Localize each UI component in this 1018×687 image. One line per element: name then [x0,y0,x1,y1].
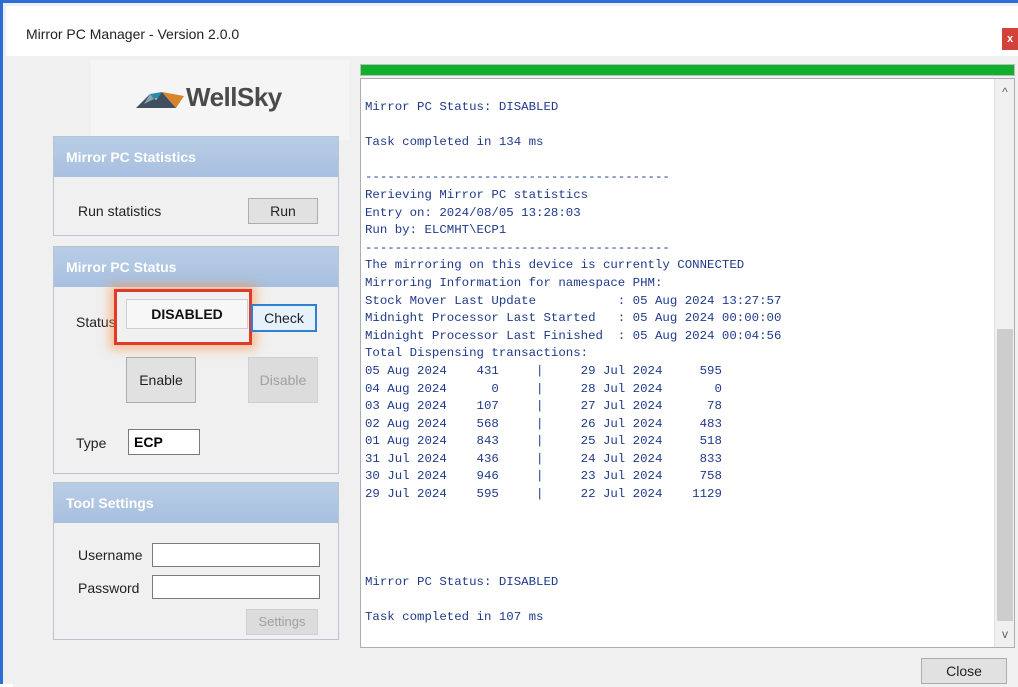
run-button[interactable]: Run [248,198,318,224]
app-window: Mirror PC Manager - Version 2.0.0 x Well… [0,0,1018,687]
settings-button[interactable]: Settings [246,609,318,635]
status-panel-title: Mirror PC Status [54,247,338,287]
status-label: Status [76,314,116,330]
close-button[interactable]: Close [921,658,1007,684]
progress-fill [361,65,1014,75]
progress-bar [360,64,1015,76]
status-highlight [114,289,252,345]
window-close-icon[interactable]: x [1002,28,1018,50]
type-label: Type [76,435,107,451]
scroll-down-icon[interactable]: v [995,625,1015,643]
statistics-panel-title: Mirror PC Statistics [54,137,338,177]
logo-text: WellSky [186,82,282,112]
scroll-thumb[interactable] [997,329,1013,621]
log-output[interactable]: Mirror PC Status: DISABLED Task complete… [360,78,1015,648]
log-text: Mirror PC Status: DISABLED Task complete… [365,100,782,625]
tool-settings-panel: Tool Settings Username Password Settings [53,482,339,640]
password-input[interactable] [152,575,320,599]
scroll-up-icon[interactable]: ^ [995,83,1015,101]
check-button[interactable]: Check [251,304,317,332]
window-title: Mirror PC Manager - Version 2.0.0 [26,26,240,42]
tool-settings-panel-title: Tool Settings [54,483,338,523]
mountain-logo-icon [136,91,184,108]
wellsky-logo: WellSky [136,82,282,113]
log-scrollbar[interactable]: ^ v [994,79,1014,647]
run-statistics-label: Run statistics [78,203,162,219]
status-panel: Mirror PC Status Status DISABLED Check E… [53,246,339,474]
password-label: Password [78,580,140,596]
disable-button[interactable]: Disable [248,357,318,403]
logo-area: WellSky [91,60,349,140]
client-area: WellSky Mirror PC Statistics Run statist… [13,56,1018,687]
username-input[interactable] [152,543,320,567]
enable-button[interactable]: Enable [126,357,196,403]
statistics-panel: Mirror PC Statistics Run statistics Run [53,136,339,236]
title-bar: Mirror PC Manager - Version 2.0.0 x [6,6,1018,56]
type-value: ECP [128,429,200,455]
username-label: Username [78,547,143,563]
